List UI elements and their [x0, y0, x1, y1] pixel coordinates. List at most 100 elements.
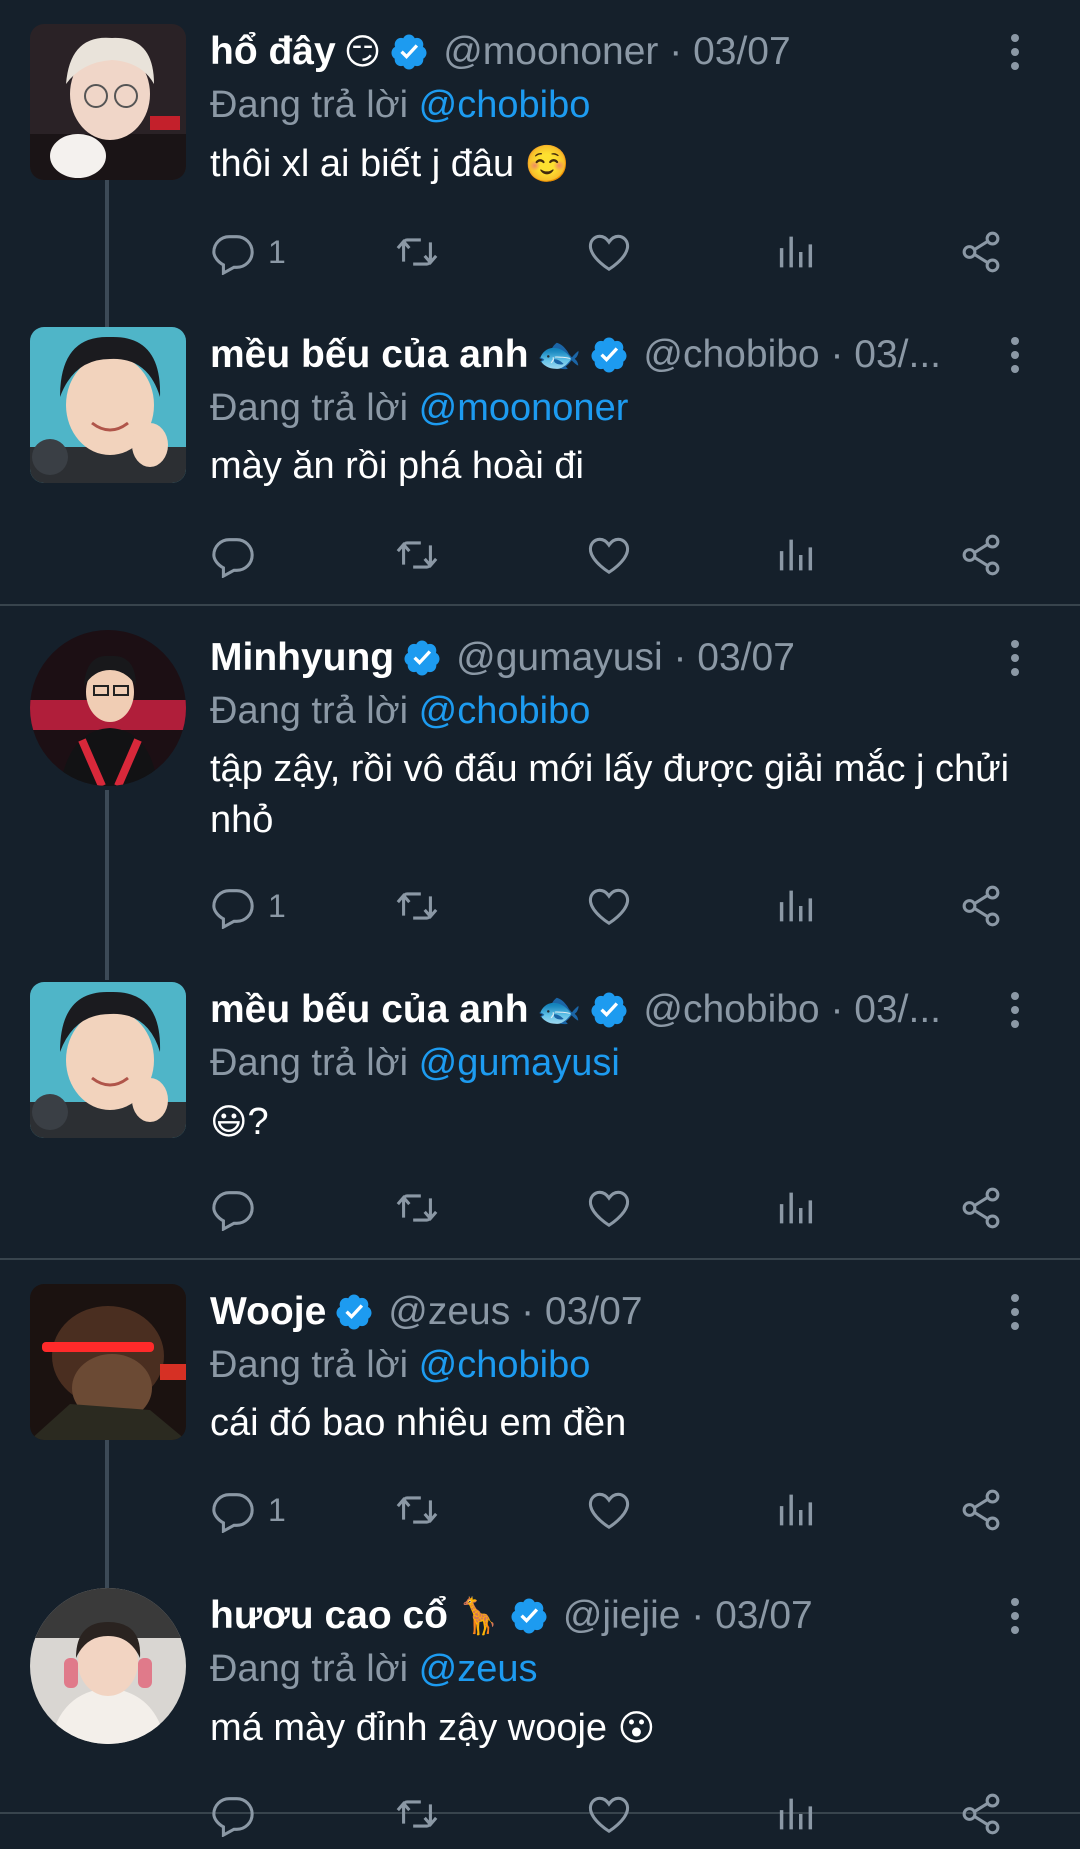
retweet-icon	[396, 892, 438, 920]
avatar[interactable]	[30, 327, 186, 483]
name-emoji: 🐟	[536, 989, 582, 1030]
avatar-image	[30, 1588, 186, 1744]
retweet-action[interactable]	[394, 1178, 440, 1238]
views-action[interactable]	[772, 1178, 818, 1238]
replying-to: Đang trả lời @chobibo	[210, 1340, 1010, 1390]
views-action[interactable]	[772, 222, 818, 282]
verified-badge-icon	[404, 640, 440, 676]
retweet-action[interactable]	[394, 1480, 440, 1540]
reply-icon	[212, 889, 254, 929]
handle-and-date[interactable]: @moononer · 03/07	[443, 24, 790, 80]
tweet-text-content: mày ăn rồi phá hoài đi	[210, 445, 584, 487]
more-options-icon[interactable]	[1000, 990, 1030, 1030]
conversation-divider	[0, 604, 1080, 606]
display-name[interactable]: Wooje	[210, 1284, 326, 1340]
more-options-icon[interactable]	[1000, 32, 1030, 72]
avatar-image	[30, 982, 186, 1138]
thread-connector	[105, 1440, 109, 1588]
like-action[interactable]	[586, 1178, 632, 1238]
more-options-icon[interactable]	[1000, 638, 1030, 678]
like-action[interactable]	[586, 1784, 632, 1844]
views-action[interactable]	[772, 876, 818, 936]
reply-action[interactable]: 1	[210, 222, 286, 282]
reply-action[interactable]: 1	[210, 1480, 286, 1540]
replying-to: Đang trả lời @chobibo	[210, 80, 1010, 130]
mention-link[interactable]: @moononer	[419, 387, 629, 429]
handle-and-date[interactable]: @chobibo · 03/...	[643, 327, 941, 383]
mention-link[interactable]: @chobibo	[419, 1344, 591, 1386]
text-emoji: 😮	[617, 1707, 656, 1748]
reply-icon	[212, 1191, 254, 1231]
reply-action[interactable]	[210, 1784, 268, 1844]
retweet-icon	[396, 541, 438, 569]
avatar[interactable]	[30, 982, 186, 1138]
retweet-icon	[396, 1800, 438, 1828]
like-action[interactable]	[586, 222, 632, 282]
more-options-icon[interactable]	[1000, 1292, 1030, 1332]
replying-to-label: Đang trả lời	[210, 1344, 409, 1386]
retweet-action[interactable]	[394, 876, 440, 936]
like-action[interactable]	[586, 1480, 632, 1540]
name-emoji: 🐟	[536, 334, 582, 375]
replying-to: Đang trả lời @chobibo	[210, 686, 1010, 736]
retweet-action[interactable]	[394, 222, 440, 282]
avatar[interactable]	[30, 1284, 186, 1440]
retweet-action[interactable]	[394, 525, 440, 585]
tweet-text-content: ?	[247, 1101, 269, 1143]
handle-and-date[interactable]: @zeus · 03/07	[388, 1284, 642, 1340]
tweet-header: hổ đây 😏 @moononer · 03/07	[210, 24, 980, 80]
text-emoji: 😃	[210, 1101, 248, 1142]
display-name[interactable]: Minhyung	[210, 630, 394, 686]
reply-action[interactable]	[210, 525, 268, 585]
views-icon	[779, 1192, 813, 1224]
display-name[interactable]: hươu cao cổ	[210, 1588, 448, 1644]
views-icon	[779, 539, 813, 571]
handle-and-date[interactable]: @jiejie · 03/07	[563, 1588, 813, 1644]
more-options-icon[interactable]	[1000, 1596, 1030, 1636]
share-action[interactable]	[958, 1784, 1004, 1844]
like-icon	[588, 537, 630, 575]
views-action[interactable]	[772, 1784, 818, 1844]
views-action[interactable]	[772, 1480, 818, 1540]
tweet-header: hươu cao cổ 🦒 @jiejie · 03/07	[210, 1588, 980, 1644]
display-name[interactable]: hổ đây	[210, 24, 336, 80]
mention-link[interactable]: @zeus	[419, 1648, 538, 1690]
views-action[interactable]	[772, 525, 818, 585]
more-options-icon[interactable]	[1000, 335, 1030, 375]
tweet-text: thôi xl ai biết j đâu ☺️	[210, 138, 1030, 190]
reply-action[interactable]	[210, 1178, 268, 1238]
tweet-text-content: má mày đỉnh zậy wooje	[210, 1707, 608, 1749]
mention-link[interactable]: @chobibo	[419, 84, 591, 126]
reply-action[interactable]: 1	[210, 876, 286, 936]
like-action[interactable]	[586, 525, 632, 585]
replying-to-label: Đang trả lời	[210, 84, 409, 126]
share-action[interactable]	[958, 1178, 1004, 1238]
share-action[interactable]	[958, 525, 1004, 585]
share-action[interactable]	[958, 1480, 1004, 1540]
avatar[interactable]	[30, 1588, 186, 1744]
verified-badge-icon	[391, 34, 427, 70]
avatar[interactable]	[30, 630, 186, 786]
thread-connector	[105, 790, 109, 980]
like-icon	[588, 234, 630, 272]
like-action[interactable]	[586, 876, 632, 936]
handle-and-date[interactable]: @chobibo · 03/...	[643, 982, 941, 1038]
like-icon	[588, 1492, 630, 1530]
handle-and-date[interactable]: @gumayusi · 03/07	[456, 630, 795, 686]
retweet-icon	[396, 1194, 438, 1222]
display-name[interactable]: mều bếu của anh	[210, 982, 529, 1038]
share-action[interactable]	[958, 222, 1004, 282]
tweet-text-content: cái đó bao nhiêu em đền	[210, 1402, 627, 1444]
like-icon	[588, 1796, 630, 1834]
mention-link[interactable]: @chobibo	[419, 690, 591, 732]
retweet-icon	[396, 238, 438, 266]
mention-link[interactable]: @gumayusi	[419, 1042, 620, 1084]
tweet-text: má mày đỉnh zậy wooje 😮	[210, 1702, 1030, 1754]
verified-badge-icon	[591, 337, 627, 373]
share-action[interactable]	[958, 876, 1004, 936]
retweet-action[interactable]	[394, 1784, 440, 1844]
avatar[interactable]	[30, 24, 186, 180]
display-name[interactable]: mều bếu của anh	[210, 327, 529, 383]
replying-to-label: Đang trả lời	[210, 690, 409, 732]
tweet-text-content: tập zậy, rồi vô đấu mới lấy được giải mắ…	[210, 748, 1010, 841]
